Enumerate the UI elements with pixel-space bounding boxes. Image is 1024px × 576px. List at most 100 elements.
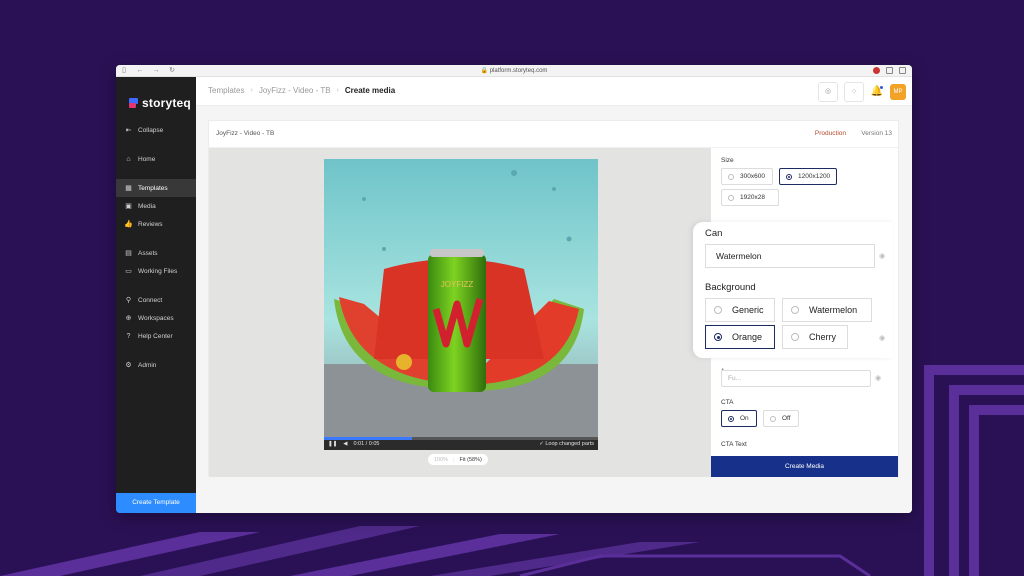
sidebar-item-assets[interactable]: ▤ Assets	[116, 244, 196, 262]
can-select[interactable]: Watermelon	[705, 244, 875, 268]
sidebar-item-workspaces[interactable]: ⊕ Workspaces	[116, 309, 196, 327]
connect-icon: ⚲	[125, 297, 132, 304]
avatar[interactable]: MP	[890, 84, 906, 100]
sidebar-item-label: Help Center	[138, 332, 173, 340]
zoom-percent[interactable]: 100%	[434, 457, 448, 463]
video-time: 0:01 / 0:05	[353, 441, 380, 447]
breadcrumb-template-name[interactable]: JoyFizz - Video - TB	[259, 86, 331, 95]
sidebar-item-label: Media	[138, 202, 156, 210]
logo[interactable]: storyteq	[116, 77, 196, 117]
admin-icon: ⚙	[125, 362, 132, 369]
eye-icon[interactable]: ◉	[879, 252, 885, 260]
sidebar-item-media[interactable]: ▣ Media	[116, 197, 196, 215]
bg-diagonal-stripes	[0, 526, 871, 576]
size-option-300x600[interactable]: 300x600	[721, 168, 773, 185]
eye-icon[interactable]: ◉	[879, 334, 885, 342]
size-option-1200x1200[interactable]: 1200x1200	[779, 168, 837, 185]
sidebar-item-home[interactable]: ⌂ Home	[116, 150, 196, 168]
radio-icon	[714, 333, 722, 341]
sidebar-item-connect[interactable]: ⚲ Connect	[116, 291, 196, 309]
background-option-watermelon[interactable]: Watermelon	[782, 298, 872, 322]
sidebar-item-label: Templates	[138, 184, 168, 192]
sidebar-item-reviews[interactable]: 👍 Reviews	[116, 215, 196, 233]
assets-icon: ▤	[125, 250, 132, 257]
extension-icon[interactable]	[873, 67, 880, 74]
media-icon: ▣	[125, 203, 132, 210]
sidebar-item-working-files[interactable]: ▭ Working Files	[116, 262, 196, 280]
sidebar: storyteq ⇤ Collapse ⌂ Home ▦ Templates ▣ Med…	[116, 77, 196, 513]
sidebar-item-help-center[interactable]: ? Help Center	[116, 327, 196, 345]
option-label: Off	[782, 415, 791, 422]
notification-dot	[880, 86, 883, 89]
breadcrumb: Templates › JoyFizz - Video - TB › Creat…	[208, 86, 395, 95]
sidebar-item-label: Workspaces	[138, 314, 174, 322]
video-seek-bar[interactable]	[324, 437, 598, 440]
pause-icon[interactable]: ❚❚	[328, 441, 337, 447]
breadcrumb-templates[interactable]: Templates	[208, 86, 244, 95]
sidebar-item-label: Home	[138, 155, 156, 163]
option-label: Orange	[732, 332, 763, 342]
notifications-button[interactable]: 🔔	[870, 82, 884, 102]
background-option-generic[interactable]: Generic	[705, 298, 775, 322]
partial-text-field[interactable]: Fu...	[721, 370, 871, 387]
share-icon[interactable]	[886, 67, 893, 74]
radio-icon	[728, 415, 734, 422]
loop-toggle[interactable]: ✓ Loop changed parts	[539, 441, 594, 447]
preview-button[interactable]: ◎	[818, 82, 838, 102]
cta-option-on[interactable]: On	[721, 410, 757, 427]
create-media-button[interactable]: Create Media	[711, 456, 898, 477]
breadcrumb-current: Create media	[344, 86, 396, 95]
field-value: Fu...	[728, 375, 742, 382]
option-label: On	[740, 415, 749, 422]
sidebar-item-admin[interactable]: ⚙ Admin	[116, 356, 196, 374]
cta-label: CTA	[721, 399, 734, 406]
can-label: Can	[705, 228, 723, 239]
bg-stripe	[924, 365, 1024, 375]
sidebar-item-label: Collapse	[138, 126, 164, 134]
svg-text:JOYFIZZ: JOYFIZZ	[441, 280, 474, 289]
volume-icon[interactable]: ◀	[343, 441, 347, 447]
version-label[interactable]: Version 13	[861, 130, 892, 137]
background-option-orange[interactable]: Orange	[705, 325, 775, 349]
sidebar-item-label: Working Files	[138, 267, 178, 275]
chevron-right-icon: ›	[336, 87, 339, 94]
bg-stripe	[949, 385, 1024, 395]
loop-label: Loop changed parts	[545, 441, 594, 447]
divider: |	[453, 456, 455, 463]
status-badge: Production	[814, 130, 846, 137]
sidebar-item-label: Assets	[138, 249, 158, 257]
create-template-button[interactable]: Create Template	[116, 493, 196, 513]
video-preview[interactable]: JOYFIZZ ❚❚ ◀ 0:01 / 0:05 ✓ Loop changed …	[324, 159, 598, 450]
radio-icon	[728, 194, 734, 201]
cta-option-off[interactable]: Off	[763, 410, 799, 427]
topbar: Templates › JoyFizz - Video - TB › Creat…	[196, 77, 912, 106]
option-label: 300x600	[740, 173, 765, 180]
preview-area: JOYFIZZ ❚❚ ◀ 0:01 / 0:05 ✓ Loop changed …	[209, 148, 713, 477]
radio-icon	[728, 173, 734, 180]
card-title: JoyFizz - Video - TB	[216, 130, 275, 137]
radio-icon	[791, 306, 799, 314]
folder-icon: ▭	[125, 268, 132, 275]
sidebar-item-label: Admin	[138, 361, 157, 369]
sidebar-item-collapse[interactable]: ⇤ Collapse	[116, 121, 196, 139]
video-progress	[324, 437, 412, 440]
logo-text: storyteq	[142, 95, 191, 110]
search-button[interactable]: ○	[844, 82, 864, 102]
background-option-cherry[interactable]: Cherry	[782, 325, 848, 349]
sidebar-item-templates[interactable]: ▦ Templates	[116, 179, 196, 197]
search-icon: ○	[851, 88, 857, 95]
option-label: Generic	[732, 305, 764, 315]
zoom-fit[interactable]: Fit (58%)	[460, 457, 482, 463]
eye-icon[interactable]: ◉	[875, 374, 881, 382]
address-bar[interactable]: 🔒 platform.storyteq.com	[116, 67, 912, 74]
sidebar-item-label: Connect	[138, 296, 163, 304]
size-option-1920x28[interactable]: 1920x28	[721, 189, 779, 206]
option-label: Watermelon	[809, 305, 858, 315]
radio-icon	[714, 306, 722, 314]
templates-icon: ▦	[125, 185, 132, 192]
collapse-icon: ⇤	[125, 127, 132, 134]
video-controls: ❚❚ ◀ 0:01 / 0:05 ✓ Loop changed parts	[324, 437, 598, 450]
tabs-icon[interactable]	[899, 67, 906, 74]
video-frame: JOYFIZZ	[324, 159, 598, 450]
chevron-right-icon: ›	[250, 87, 253, 94]
